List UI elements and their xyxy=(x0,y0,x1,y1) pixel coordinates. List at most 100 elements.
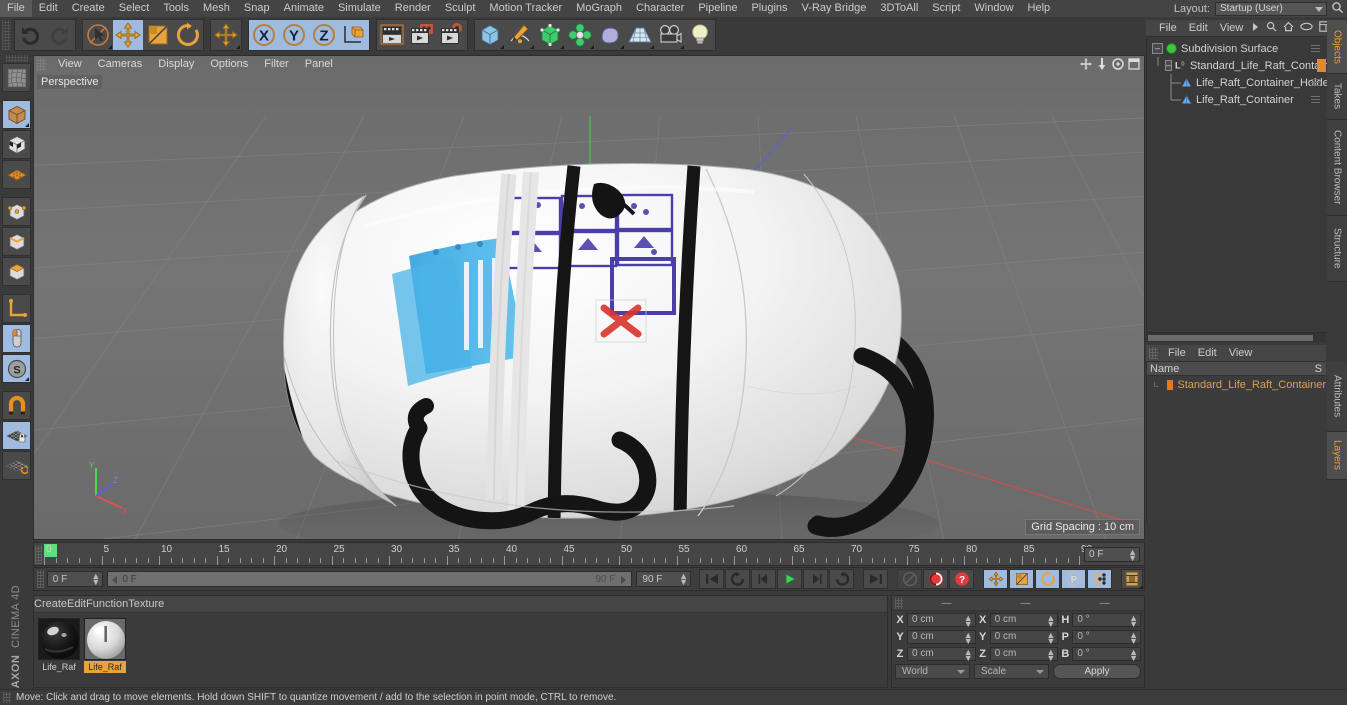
menu-item-help[interactable]: Help xyxy=(1021,0,1058,17)
layout-dropdown[interactable]: Startup (User) xyxy=(1215,1,1327,16)
render-settings-icon[interactable] xyxy=(437,20,467,50)
stepper-icon[interactable]: ▲ ▼ xyxy=(964,613,973,628)
menu-item-sculpt[interactable]: Sculpt xyxy=(438,0,483,17)
layers-menu-view[interactable]: View xyxy=(1223,345,1259,362)
preview-range-slider[interactable]: 0 F 90 F xyxy=(107,571,633,587)
coord-x-size-field[interactable]: 0 cm ▲ ▼ xyxy=(989,612,1059,628)
stepper-icon[interactable]: ▲ ▼ xyxy=(91,572,100,587)
point-mode-icon[interactable] xyxy=(2,197,31,226)
viewport-grip[interactable] xyxy=(37,58,46,71)
move-icon[interactable] xyxy=(113,20,143,50)
world-coordinate-icon[interactable] xyxy=(339,20,369,50)
lock-y-icon[interactable]: Y xyxy=(279,20,309,50)
coord-p-rotation-field[interactable]: 0 ° ▲ ▼ xyxy=(1072,629,1142,645)
coord-b-rotation-field[interactable]: 0 ° ▲ ▼ xyxy=(1072,646,1142,662)
object-tree-row-life-raft-container[interactable]: Life_Raft_Container xyxy=(1147,91,1326,108)
viewport-menu-view[interactable]: View xyxy=(50,56,90,73)
more-arrow-icon[interactable] xyxy=(1249,22,1263,35)
viewport-menu-display[interactable]: Display xyxy=(150,56,202,73)
rotate-view-icon[interactable] xyxy=(1112,58,1124,73)
record-keyframe-icon[interactable] xyxy=(923,569,948,589)
material-menu-texture[interactable]: Texture xyxy=(128,598,164,610)
object-tag-orange[interactable] xyxy=(1317,59,1326,72)
scrollbar-thumb[interactable] xyxy=(1148,335,1313,341)
coord-y-size-field[interactable]: 0 cm ▲ ▼ xyxy=(989,629,1059,645)
toolbar-grip[interactable] xyxy=(2,20,11,50)
object-manager-menu-file[interactable]: File xyxy=(1153,20,1183,37)
key-rotation-icon[interactable] xyxy=(1035,569,1060,589)
material-menu-function[interactable]: Function xyxy=(86,598,128,610)
search-icon[interactable] xyxy=(1263,21,1280,35)
autokeying-help-icon[interactable]: ? xyxy=(949,569,974,589)
spline-pen-icon[interactable] xyxy=(505,20,535,50)
viewport-menu-filter[interactable]: Filter xyxy=(256,56,296,73)
autokey-off-icon[interactable] xyxy=(897,569,922,589)
timeline-panel-icon[interactable] xyxy=(1121,569,1143,589)
menu-item-plugins[interactable]: Plugins xyxy=(744,0,794,17)
layer-color-swatch[interactable] xyxy=(1167,379,1174,390)
timeline-frame-field[interactable]: 0 F ▲ ▼ xyxy=(1084,547,1140,563)
rotate-icon[interactable] xyxy=(173,20,203,50)
material-item-2[interactable]: Life_Raf xyxy=(84,618,126,673)
object-manager-menu-edit[interactable]: Edit xyxy=(1183,20,1214,37)
object-manager-menu-view[interactable]: View xyxy=(1214,20,1250,37)
menu-item-window[interactable]: Window xyxy=(967,0,1020,17)
texture-mode-icon[interactable] xyxy=(2,160,31,189)
material-menu-edit[interactable]: Edit xyxy=(67,598,86,610)
loop-icon[interactable] xyxy=(829,569,854,589)
play-forward-icon[interactable] xyxy=(777,569,802,589)
stepper-icon[interactable]: ▲ ▼ xyxy=(1046,647,1055,662)
texture-axis-icon[interactable] xyxy=(2,63,31,92)
menu-item-motion-tracker[interactable]: Motion Tracker xyxy=(482,0,569,17)
step-forward-icon[interactable] xyxy=(803,569,828,589)
step-back-icon[interactable] xyxy=(751,569,776,589)
coord-z-position-field[interactable]: 0 cm ▲ ▼ xyxy=(907,646,976,662)
redo-icon[interactable] xyxy=(45,20,75,50)
expand-toggle-icon[interactable]: – xyxy=(1165,60,1173,71)
material-preview-sphere[interactable] xyxy=(84,618,126,660)
object-manager-tree[interactable]: – Subdivision Surface – L0 Standard_Life… xyxy=(1146,37,1339,332)
stepper-icon[interactable]: ▲ ▼ xyxy=(1129,630,1138,645)
point-level-animation-icon[interactable] xyxy=(1087,569,1112,589)
bend-deformer-icon[interactable] xyxy=(565,20,595,50)
transform-mode-dropdown[interactable]: Scale xyxy=(974,663,1049,679)
search-icon[interactable] xyxy=(1327,1,1347,17)
pan-icon[interactable] xyxy=(1080,58,1092,73)
tab-content-browser[interactable]: Content Browser xyxy=(1327,120,1347,216)
eye-icon[interactable] xyxy=(1297,22,1316,34)
menu-item-3dtoall[interactable]: 3DToAll xyxy=(873,0,925,17)
key-parameter-icon[interactable]: P xyxy=(1061,569,1086,589)
stepper-icon[interactable]: ▲ ▼ xyxy=(1046,613,1055,628)
home-icon[interactable] xyxy=(1280,21,1297,35)
current-frame-field[interactable]: 0 F ▲ ▼ xyxy=(46,571,104,587)
material-preview-sphere[interactable] xyxy=(38,618,80,660)
stepper-icon[interactable]: ▲ ▼ xyxy=(1046,630,1055,645)
viewport-menu-options[interactable]: Options xyxy=(202,56,256,73)
go-to-start-icon[interactable] xyxy=(699,569,724,589)
tab-attributes[interactable]: Attributes xyxy=(1327,362,1347,432)
timeline-track[interactable]: 051015202530354045505560657075808590 xyxy=(44,543,1092,567)
go-to-end-icon[interactable] xyxy=(863,569,888,589)
menu-item-vray-bridge[interactable]: V-Ray Bridge xyxy=(795,0,874,17)
play-backwards-loop-icon[interactable] xyxy=(725,569,750,589)
light-icon[interactable] xyxy=(685,20,715,50)
range-right-handle[interactable] xyxy=(621,576,627,584)
material-manager[interactable]: Create Edit Function Texture Life_Raf Li… xyxy=(33,595,888,688)
material-menu-create[interactable]: Create xyxy=(34,598,67,610)
tab-takes[interactable]: Takes xyxy=(1327,74,1347,120)
timeline-ruler[interactable]: 051015202530354045505560657075808590 0 F… xyxy=(33,542,1145,566)
render-to-picture-viewer-icon[interactable] xyxy=(407,20,437,50)
cube-primitive-icon[interactable] xyxy=(475,20,505,50)
menu-item-mesh[interactable]: Mesh xyxy=(196,0,237,17)
apply-button[interactable]: Apply xyxy=(1053,663,1141,679)
model-mode-icon[interactable] xyxy=(2,100,31,129)
axis-move-icon[interactable] xyxy=(211,20,241,50)
menu-item-pipeline[interactable]: Pipeline xyxy=(691,0,744,17)
object-tree-row-subdivision-surface[interactable]: – Subdivision Surface xyxy=(1147,40,1326,57)
live-selection-icon[interactable] xyxy=(83,20,113,50)
workplane-icon[interactable] xyxy=(2,294,31,323)
left-toolbar-grip[interactable] xyxy=(5,55,28,62)
stepper-icon[interactable]: ▲ ▼ xyxy=(964,647,973,662)
layers-menu-file[interactable]: File xyxy=(1162,345,1192,362)
expand-toggle-icon[interactable]: – xyxy=(1152,43,1163,54)
